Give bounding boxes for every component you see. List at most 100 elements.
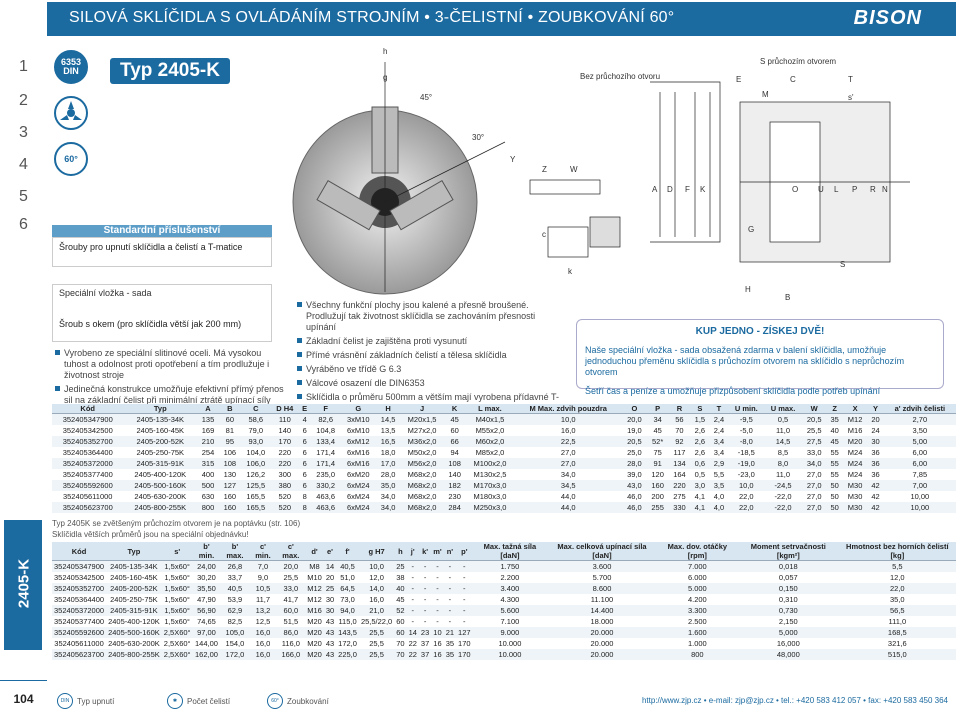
table-cell: 3,50	[912, 425, 928, 435]
table-cell: 2,6	[694, 447, 706, 457]
table-row: 352405364400 2405-250-75K 1,5x60° 47,90 53,9…	[52, 594, 956, 605]
column-header: m'	[431, 542, 444, 561]
table-cell: 105,0	[220, 626, 250, 638]
sidebar-number: 5	[19, 188, 28, 205]
table-cell: 108	[218, 457, 241, 469]
table-cell: 27,5	[801, 435, 827, 447]
table-cell: 1,5x60°	[164, 594, 190, 604]
table-cell: 25,5	[358, 626, 395, 638]
footer: DIN Typ upnutí ✱ Počet čelistí 60° Zoubková…	[47, 690, 956, 712]
section-with-bore-drawing: S průchozím otvorem E C T M s' H S B O G…	[736, 57, 910, 302]
table-cell: 7.100	[500, 616, 520, 626]
table-cell: 36	[871, 469, 880, 479]
table-cell: 171,4	[310, 457, 341, 469]
label-s-prime: s'	[848, 93, 854, 102]
table-cell: 3.300	[656, 604, 738, 616]
column-header: L max.	[465, 404, 515, 414]
table-cell: 6	[302, 469, 307, 479]
table-cell: 58,6	[240, 413, 271, 425]
table-cell: 43	[323, 626, 337, 638]
table-cell: 182	[443, 479, 466, 491]
din-badge-icon: 6353 DIN	[54, 50, 88, 84]
table-cell: 106	[223, 447, 237, 457]
table-cell: -	[411, 594, 414, 604]
feature-item: Přímé vrásnění základních čelistí a těle…	[297, 350, 567, 361]
table-cell: 172,0	[338, 638, 357, 648]
table-cell: 5,5	[713, 469, 725, 479]
table-cell: -	[456, 582, 473, 594]
table-cell: 6xM16	[340, 457, 376, 469]
table-cell: 6.000	[687, 572, 707, 582]
table-cell: 140	[448, 469, 461, 479]
table-cell: 22,0	[838, 582, 956, 594]
table-cell: 35,0	[890, 594, 905, 604]
table-cell: 130	[223, 469, 237, 479]
column-header: D H4	[270, 404, 299, 414]
table-cell: 352405377400	[54, 616, 105, 626]
caption-with-bore: S průchozím otvorem	[760, 57, 836, 66]
table-cell: 20.000	[547, 626, 657, 638]
table-cell: 210	[197, 435, 219, 447]
table-cell: 3,5	[709, 479, 729, 491]
table-cell: -	[418, 582, 432, 594]
table-cell: 0,057	[778, 572, 798, 582]
column-header: j'	[406, 542, 419, 561]
table-cell: 56,5	[838, 604, 956, 616]
table-cell: 235,0	[316, 469, 336, 479]
table-cell: 74,65	[197, 616, 216, 626]
label-a: A	[652, 185, 658, 194]
table-cell: 16,5	[375, 435, 401, 447]
table-cell: 40,5	[336, 560, 359, 572]
table-cell: 8,0	[764, 457, 802, 469]
table-cell: M12	[307, 594, 322, 604]
column-header: g H7	[358, 542, 395, 561]
table-cell: 0,018	[737, 560, 839, 572]
note-special-order: Sklíčidla větších průměrů jsou na speciá…	[52, 530, 249, 539]
table-cell: 62,9	[220, 604, 250, 616]
table-cell: 352405623700	[52, 501, 124, 513]
column-header: Kód	[52, 404, 124, 414]
table-cell: 25	[323, 582, 337, 594]
table-cell: 321,6	[887, 638, 907, 648]
table-cell: 16,0	[249, 626, 277, 638]
table-cell: 380	[270, 479, 299, 491]
features-left: Vyrobeno ze speciální slitinové oceli. M…	[55, 348, 285, 409]
table-row: 352405623700 2405-800-255K 800 160 165,5 520 8…	[52, 501, 956, 513]
table-cell: 34,0	[380, 491, 396, 501]
table-cell: 3,4	[709, 435, 729, 447]
table-cell: M20	[305, 626, 324, 638]
table-cell: 162,00	[192, 648, 221, 660]
table-cell: M40x1,5	[465, 413, 515, 425]
table-cell: 43,0	[622, 479, 647, 491]
jaw-count-icon: ✱	[167, 693, 183, 709]
table-cell: 27,0	[514, 457, 623, 469]
table-cell: 2405-200-52K	[106, 582, 162, 594]
column-header: U max.	[764, 404, 802, 414]
table-cell: -	[436, 572, 439, 582]
table-cell: 27,0	[806, 491, 822, 501]
table-cell: 36	[871, 447, 880, 457]
column-header: Max. tažná síla [daN]	[472, 542, 548, 561]
column-header: X	[842, 404, 868, 414]
table-cell: 0,730	[737, 604, 839, 616]
table-cell: 82,6	[310, 413, 341, 425]
table-cell: 28,0	[380, 469, 396, 479]
table-cell: 64,5	[336, 582, 359, 594]
table-row: 352405347900 2405-135-34K 1,5x60° 24,00 26,8…	[52, 560, 956, 572]
column-header: b' max.	[220, 542, 250, 561]
table-cell: 352405352700	[52, 435, 124, 447]
table-cell: 30	[323, 604, 337, 616]
table-cell: 52*	[646, 435, 669, 447]
table-cell: -	[448, 572, 452, 582]
table-cell: 352405364400	[54, 594, 105, 604]
table-cell: 168,5	[838, 626, 956, 638]
table-cell: 117	[673, 447, 686, 457]
table-cell: 352405372000	[52, 604, 107, 616]
label-ss: S	[840, 260, 845, 269]
table-cell: -	[436, 594, 439, 604]
table-cell: 315	[197, 457, 219, 469]
table-cell: -22,0	[764, 501, 802, 513]
table-cell: M12	[842, 413, 868, 425]
table-cell: 45	[826, 435, 843, 447]
table-cell: 330	[668, 501, 691, 513]
